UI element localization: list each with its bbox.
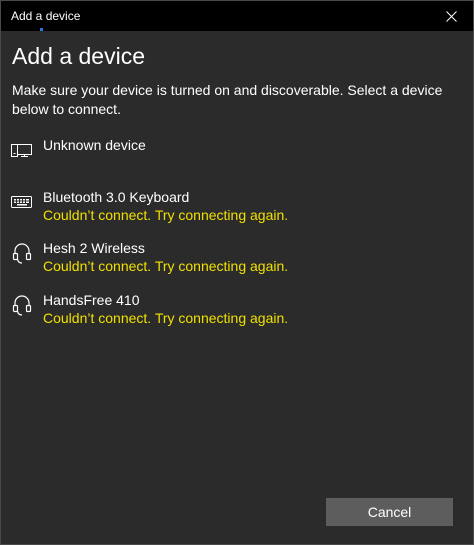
title-bar: Add a device: [1, 1, 473, 31]
cancel-button[interactable]: Cancel: [326, 498, 453, 526]
headset-icon: [12, 243, 32, 264]
add-device-window: Add a device Add a device Make sure your…: [0, 0, 474, 545]
device-item-keyboard[interactable]: Bluetooth 3.0 Keyboard Couldn’t connect.…: [1, 189, 474, 233]
display-device-icon: [11, 144, 32, 157]
device-name: Bluetooth 3.0 Keyboard: [43, 189, 190, 205]
close-button[interactable]: [429, 1, 473, 31]
close-icon: [445, 10, 457, 22]
device-name: Unknown device: [43, 137, 146, 153]
device-item-handsfree-410[interactable]: HandsFree 410 Couldn’t connect. Try conn…: [1, 292, 474, 336]
headset-icon: [12, 295, 32, 316]
focus-accent: [40, 28, 43, 31]
device-name: Hesh 2 Wireless: [43, 240, 145, 256]
device-name: HandsFree 410: [43, 292, 140, 308]
device-status: Couldn’t connect. Try connecting again.: [43, 207, 289, 223]
device-item-unknown[interactable]: Unknown device: [1, 137, 474, 181]
instructions-text: Make sure your device is turned on and d…: [12, 82, 443, 117]
window-title: Add a device: [11, 9, 81, 23]
device-status: Couldn’t connect. Try connecting again.: [43, 258, 289, 274]
page-title: Add a device: [12, 43, 145, 69]
keyboard-icon: [11, 196, 32, 208]
device-status: Couldn’t connect. Try connecting again.: [43, 310, 289, 326]
device-item-hesh-2-wireless[interactable]: Hesh 2 Wireless Couldn’t connect. Try co…: [1, 240, 474, 284]
